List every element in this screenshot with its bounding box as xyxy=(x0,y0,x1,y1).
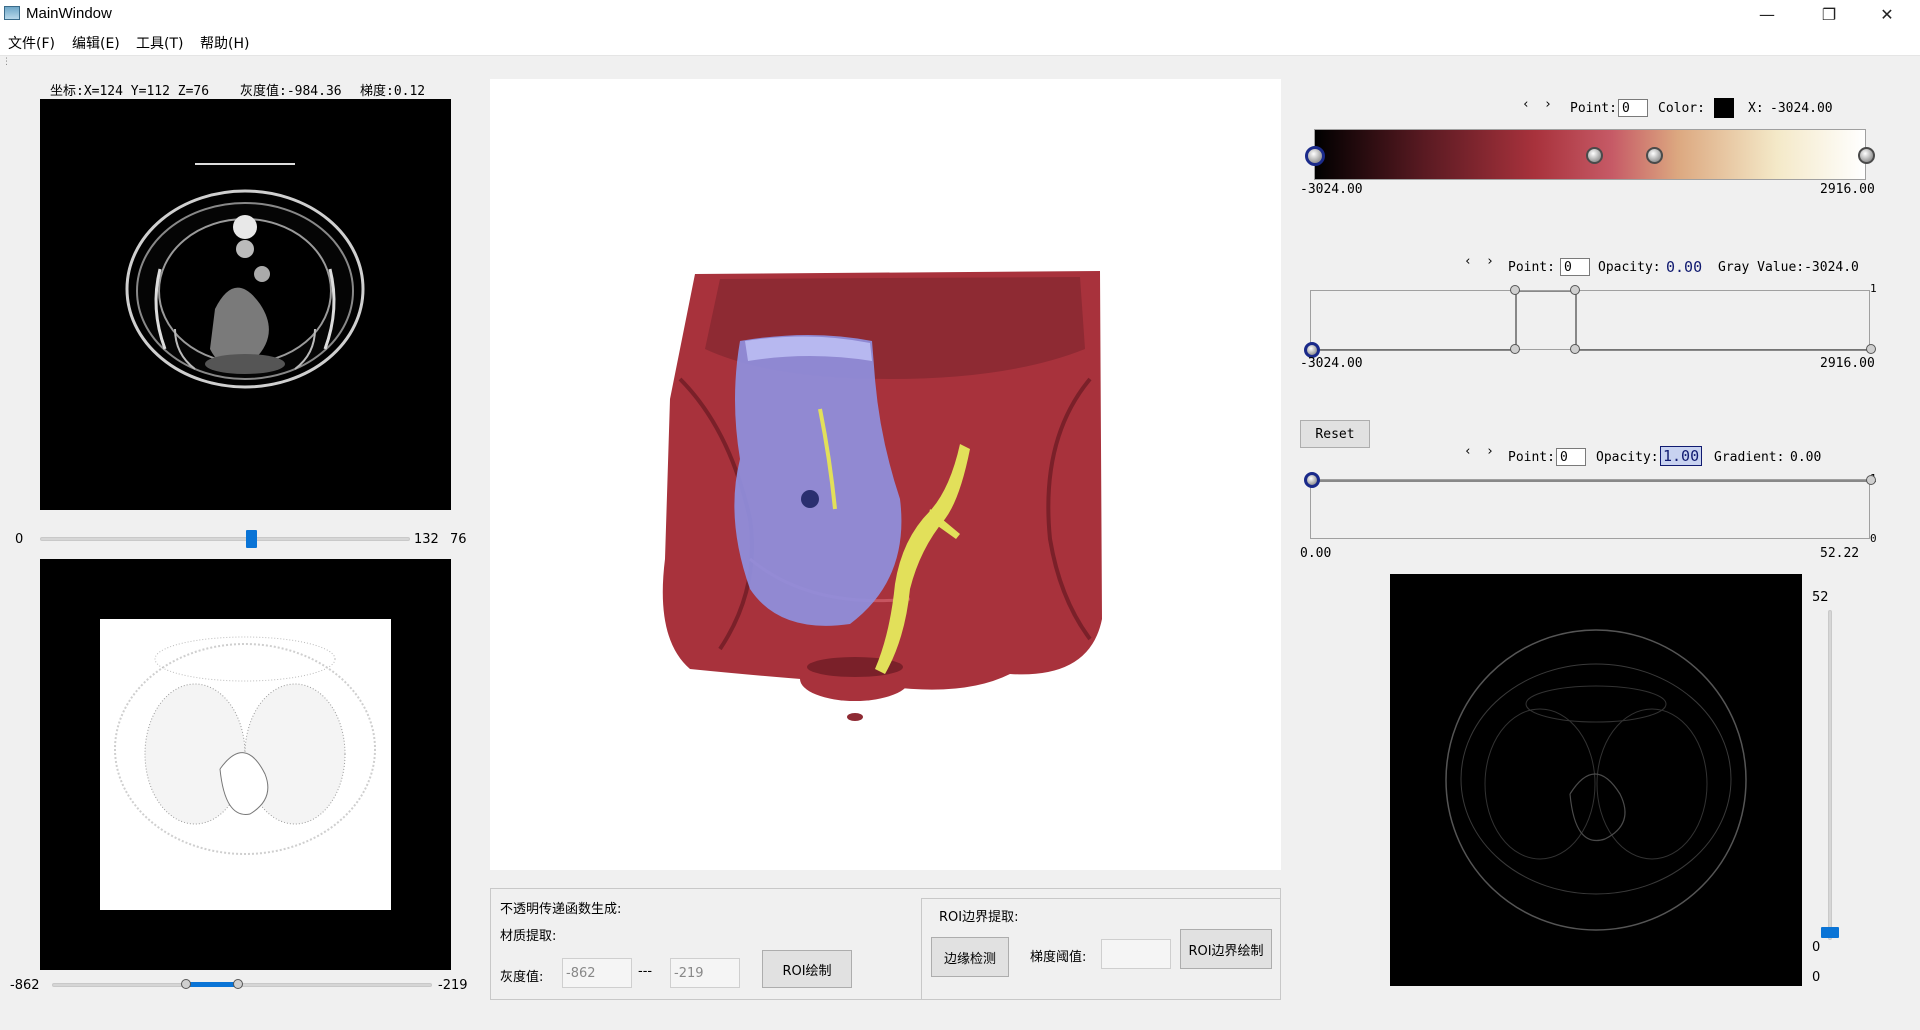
opacity-transfer-plot[interactable] xyxy=(1310,290,1871,351)
color-max-label: 2916.00 xyxy=(1820,182,1875,197)
roi-draw-button[interactable]: ROI绘制 xyxy=(762,950,852,988)
opacity-next-arrow[interactable]: › xyxy=(1486,254,1494,269)
slice-slider-track[interactable] xyxy=(40,537,410,541)
gradient-opacity-label: Opacity: xyxy=(1596,450,1659,465)
gray-max-field[interactable]: -219 xyxy=(670,958,740,988)
roi-boundary-draw-button[interactable]: ROI边界绘制 xyxy=(1180,929,1272,969)
range-max-label: -219 xyxy=(438,978,468,993)
gray-readout: 灰度值:-984.36 xyxy=(240,84,342,99)
vertical-slider-handle[interactable] xyxy=(1821,927,1839,938)
gradient-point-field[interactable]: 0 xyxy=(1556,448,1586,466)
gray-value-label-right: Gray Value:-3024.0 xyxy=(1718,260,1878,275)
menu-bar: 文件(F) 编辑(E) 工具(T) 帮助(H) xyxy=(0,29,1920,56)
window-title: MainWindow xyxy=(26,5,112,22)
opacity-node-5[interactable] xyxy=(1866,344,1876,354)
opacity-label: Opacity: xyxy=(1598,260,1661,275)
gradient-value: 0.00 xyxy=(1790,450,1822,465)
reset-button[interactable]: Reset xyxy=(1300,420,1370,448)
toolbar-grip: ⋮ xyxy=(2,57,11,67)
color-swatch[interactable] xyxy=(1714,98,1734,118)
opacity-y-top: 1 xyxy=(1870,282,1877,295)
title-bar: MainWindow — ❐ ✕ xyxy=(0,0,1920,29)
color-x-value: -3024.00 xyxy=(1770,101,1833,116)
minimize-button[interactable]: — xyxy=(1744,0,1790,29)
opacity-node-2[interactable] xyxy=(1570,285,1580,295)
slice-max-label: 132 xyxy=(414,532,439,547)
opacity-prev-arrow[interactable]: ‹ xyxy=(1464,254,1472,269)
gradient-min-label: 0.00 xyxy=(1300,546,1332,561)
material-label: 材质提取: xyxy=(500,929,557,944)
ct-slice-image xyxy=(125,163,365,389)
edge-detect-button[interactable]: 边缘检测 xyxy=(931,937,1009,977)
gradient-transfer-plot[interactable] xyxy=(1310,479,1871,539)
color-label: Color: xyxy=(1658,101,1705,116)
edge-detect-image xyxy=(1445,629,1747,931)
range-slider-fill xyxy=(186,982,238,987)
slice-min-label: 0 xyxy=(15,532,24,547)
roi-extract-title: ROI边界提取: xyxy=(939,910,1019,925)
gray-range-separator: --- xyxy=(638,964,653,979)
color-node-2[interactable] xyxy=(1646,147,1663,164)
coord-readout: 坐标:X=124 Y=112 Z=76 xyxy=(50,84,210,99)
menu-tools[interactable]: 工具(T) xyxy=(136,33,183,53)
color-x-label: X: xyxy=(1748,101,1764,116)
gradient-next-arrow[interactable]: › xyxy=(1486,444,1494,459)
gradient-node-0[interactable] xyxy=(1304,472,1320,488)
range-min-label: -862 xyxy=(10,978,40,993)
maximize-button[interactable]: ❐ xyxy=(1806,0,1852,29)
threshold-view[interactable] xyxy=(40,559,451,970)
color-next-arrow[interactable]: › xyxy=(1544,97,1552,112)
app-icon xyxy=(4,6,20,20)
threshold-image xyxy=(100,619,391,910)
gradient-threshold-field[interactable] xyxy=(1101,939,1171,969)
gradient-opacity-value[interactable]: 1.00 xyxy=(1660,446,1703,466)
opacity-point-field[interactable]: 0 xyxy=(1560,258,1590,276)
gradient-point-label: Point: xyxy=(1508,450,1555,465)
opacity-curve xyxy=(1311,290,1871,351)
vslider-value-label: 0 xyxy=(1812,940,1821,955)
opacity-point-label: Point: xyxy=(1508,260,1555,275)
volume-render-view[interactable] xyxy=(490,79,1281,870)
ct-slice-view[interactable] xyxy=(40,99,451,510)
gradient-max-label: 52.22 xyxy=(1820,546,1860,561)
opacity-node-1[interactable] xyxy=(1510,285,1520,295)
opacity-max-label: 2916.00 xyxy=(1820,356,1875,371)
opacity-value: 0.00 xyxy=(1666,258,1703,276)
gradient-curve xyxy=(1311,480,1871,482)
gradient-y-bottom: 0 xyxy=(1870,532,1877,545)
color-prev-arrow[interactable]: ‹ xyxy=(1522,97,1530,112)
gradient-readout: 梯度:0.12 xyxy=(360,84,426,99)
range-slider-high-handle[interactable] xyxy=(233,979,243,989)
gray-min-field[interactable]: -862 xyxy=(562,958,632,988)
opacity-gen-title: 不透明传递函数生成: xyxy=(500,902,622,917)
color-node-3[interactable] xyxy=(1858,147,1875,164)
range-slider-low-handle[interactable] xyxy=(181,979,191,989)
slice-value-label: 76 xyxy=(450,532,467,547)
edge-detect-view[interactable] xyxy=(1390,574,1802,986)
color-node-0[interactable] xyxy=(1305,146,1325,166)
color-min-label: -3024.00 xyxy=(1300,182,1363,197)
color-point-label: Point: xyxy=(1570,101,1617,116)
gradient-threshold-label: 梯度阈值: xyxy=(1030,950,1087,965)
color-point-field[interactable]: 0 xyxy=(1618,99,1648,117)
gradient-label: Gradient: xyxy=(1714,450,1785,465)
gray-value-label: 灰度值: xyxy=(500,970,544,985)
close-button[interactable]: ✕ xyxy=(1864,0,1910,29)
vslider-top-label: 52 xyxy=(1812,590,1829,605)
gray-label-text: Gray Value: xyxy=(1718,260,1805,275)
vertical-slider-track[interactable] xyxy=(1828,610,1832,940)
menu-help[interactable]: 帮助(H) xyxy=(200,33,249,53)
volume-render-image xyxy=(662,271,1102,721)
menu-file[interactable]: 文件(F) xyxy=(8,33,55,53)
menu-edit[interactable]: 编辑(E) xyxy=(72,33,120,53)
opacity-min-label: -3024.00 xyxy=(1300,356,1363,371)
gradient-node-1[interactable] xyxy=(1866,475,1876,485)
gray-value-text: -3024.0 xyxy=(1804,260,1859,275)
vslider-bottom-label: 0 xyxy=(1812,970,1821,985)
opacity-node-3[interactable] xyxy=(1510,344,1520,354)
opacity-node-4[interactable] xyxy=(1570,344,1580,354)
gradient-prev-arrow[interactable]: ‹ xyxy=(1464,444,1472,459)
slice-slider-handle[interactable] xyxy=(246,530,257,548)
color-node-1[interactable] xyxy=(1586,147,1603,164)
